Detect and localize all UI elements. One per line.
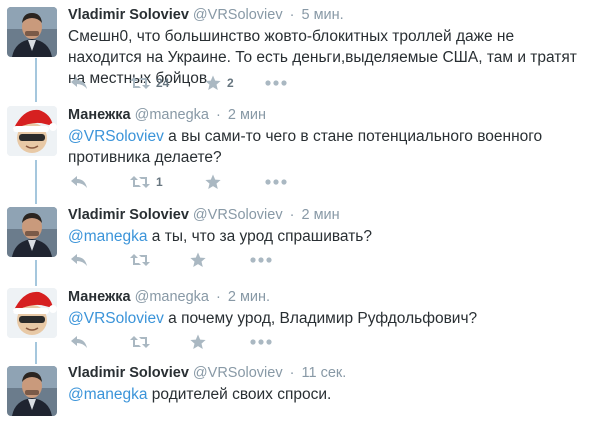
display-name[interactable]: Vladimir Soloviev [68, 365, 189, 381]
timestamp[interactable]: 11 сек. [302, 365, 347, 381]
user-handle[interactable]: @VRSoloviev [193, 207, 283, 223]
dot-separator: · [289, 365, 295, 381]
star-icon [190, 252, 206, 268]
timestamp[interactable]: 2 мин [302, 207, 340, 223]
reply-button[interactable] [70, 251, 88, 269]
reply-button[interactable] [70, 333, 88, 351]
tweet: Vladimir Soloviev @VRSoloviev · 2 мин @m… [0, 204, 599, 284]
avatar[interactable] [7, 106, 57, 156]
retweet-icon [130, 253, 150, 267]
more-button[interactable] [265, 74, 287, 92]
display-name[interactable]: Манежка [68, 107, 131, 123]
tweet: Манежка @manegka · 2 мин @VRSoloviev а в… [0, 104, 599, 200]
avatar[interactable] [7, 288, 57, 338]
tweet-text: @VRSoloviev а почему урод, Владимир Руфд… [68, 308, 588, 329]
retweet-icon [130, 76, 150, 90]
tweet: Манежка @manegka · 2 мин. @VRSoloviev а … [0, 286, 599, 362]
tweet-actions: 1 [70, 173, 430, 191]
more-button[interactable] [250, 333, 272, 351]
more-dots-icon [250, 257, 272, 263]
reply-icon [70, 253, 88, 267]
reply-icon [70, 335, 88, 349]
reply-button[interactable] [70, 74, 88, 92]
reply-icon [70, 175, 88, 189]
more-dots-icon [250, 339, 272, 345]
favorite-count: 2 [227, 76, 234, 90]
user-handle[interactable]: @VRSoloviev [193, 365, 283, 381]
more-button[interactable] [265, 173, 287, 191]
display-name[interactable]: Vladimir Soloviev [68, 7, 189, 23]
star-icon [190, 334, 206, 350]
timestamp[interactable]: 5 мин. [302, 7, 344, 23]
mention-link[interactable]: @VRSoloviev [68, 310, 164, 327]
tweet-body: а ты, что за урод спрашивать? [147, 228, 372, 245]
star-icon [205, 75, 221, 91]
tweet-actions [70, 333, 430, 351]
retweet-button[interactable] [130, 333, 156, 351]
more-dots-icon [265, 80, 287, 86]
avatar[interactable] [7, 7, 57, 57]
retweet-icon [130, 175, 150, 189]
avatar[interactable] [7, 207, 57, 257]
favorite-button[interactable] [190, 251, 212, 269]
tweet-header: Vladimir Soloviev @VRSoloviev · 5 мин. [68, 7, 344, 24]
timestamp[interactable]: 2 мин [228, 107, 266, 123]
reply-button[interactable] [70, 173, 88, 191]
retweet-count: 24 [156, 76, 170, 90]
more-dots-icon [265, 179, 287, 185]
tweet: Vladimir Soloviev @VRSoloviev · 11 сек. … [0, 362, 599, 422]
tweet-text: @manegka а ты, что за урод спрашивать? [68, 226, 588, 247]
dot-separator: · [216, 289, 221, 305]
favorite-button[interactable] [205, 173, 227, 191]
tweet-actions [70, 251, 430, 269]
tweet-actions: 24 2 [70, 74, 430, 92]
retweet-button[interactable]: 24 [130, 74, 169, 92]
star-icon [205, 174, 221, 190]
reply-icon [70, 76, 88, 90]
retweet-icon [130, 335, 150, 349]
user-handle[interactable]: @VRSoloviev [193, 7, 283, 23]
mention-link[interactable]: @manegka [68, 386, 148, 403]
tweet: Vladimir Soloviev @VRSoloviev · 5 мин. С… [0, 4, 599, 100]
dot-separator: · [289, 7, 295, 23]
dot-separator: · [289, 207, 295, 223]
tweet-header: Манежка @manegka · 2 мин. [68, 289, 270, 306]
mention-link[interactable]: @VRSoloviev [68, 128, 164, 145]
favorite-button[interactable] [190, 333, 212, 351]
retweet-count: 1 [156, 175, 163, 189]
retweet-button[interactable] [130, 251, 156, 269]
tweet-header: Vladimir Soloviev @VRSoloviev · 2 мин [68, 207, 340, 224]
tweet-body: а почему урод, Владимир Руфдольфович? [163, 310, 478, 327]
tweet-text: @manegka родителей своих спроси. [68, 384, 588, 405]
dot-separator: · [216, 107, 221, 123]
user-handle[interactable]: @manegka [135, 289, 209, 305]
tweet-text: @VRSoloviev а вы сами-то чего в стане по… [68, 126, 588, 168]
more-button[interactable] [250, 251, 272, 269]
avatar[interactable] [7, 366, 57, 416]
tweet-body: родителей своих спроси. [147, 386, 332, 403]
tweet-header: Vladimir Soloviev @VRSoloviev · 11 сек. [68, 365, 346, 382]
timestamp[interactable]: 2 мин. [228, 289, 270, 305]
user-handle[interactable]: @manegka [135, 107, 209, 123]
mention-link[interactable]: @manegka [68, 228, 148, 245]
display-name[interactable]: Vladimir Soloviev [68, 207, 189, 223]
display-name[interactable]: Манежка [68, 289, 131, 305]
favorite-button[interactable]: 2 [205, 74, 234, 92]
retweet-button[interactable]: 1 [130, 173, 163, 191]
tweet-header: Манежка @manegka · 2 мин [68, 107, 266, 124]
